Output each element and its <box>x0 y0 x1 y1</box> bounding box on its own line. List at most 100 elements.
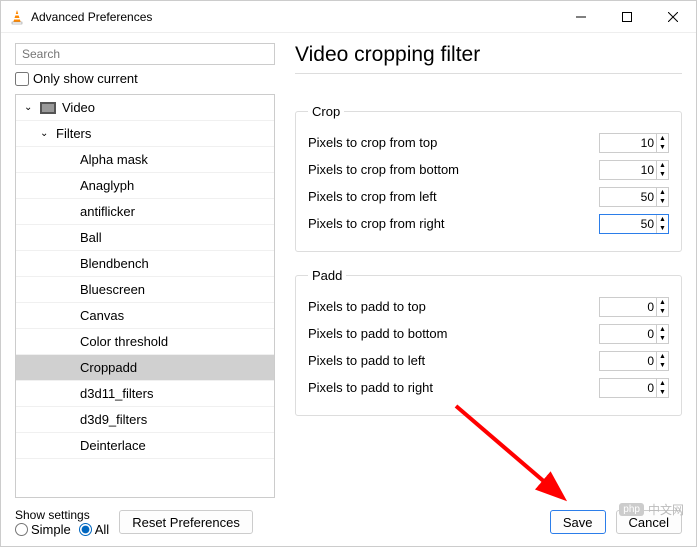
spinbox-down-icon[interactable]: ▼ <box>657 224 668 233</box>
tree-item-label: Color threshold <box>80 334 168 349</box>
footer: Show settings Simple All Reset Preferenc… <box>1 498 696 546</box>
tree-item-d3d11_filters[interactable]: d3d11_filters <box>16 381 274 407</box>
spinbox[interactable]: ▲▼ <box>599 187 669 207</box>
search-input[interactable] <box>15 43 275 65</box>
tree-item-label: antiflicker <box>80 204 135 219</box>
tree-item-antiflicker[interactable]: antiflicker <box>16 199 274 225</box>
only-show-current-checkbox[interactable]: Only show current <box>15 71 275 86</box>
spinbox-input[interactable] <box>600 381 656 395</box>
spinbox-up-icon[interactable]: ▲ <box>657 134 668 143</box>
spinbox-up-icon[interactable]: ▲ <box>657 352 668 361</box>
setting-label: Pixels to padd to right <box>308 380 433 395</box>
radio-all[interactable]: All <box>79 522 109 537</box>
maximize-button[interactable] <box>604 1 650 32</box>
tree-item-label: d3d11_filters <box>80 386 153 401</box>
group-padd: PaddPixels to padd to top▲▼Pixels to pad… <box>295 268 682 416</box>
spinbox-down-icon[interactable]: ▼ <box>657 388 668 397</box>
setting-row: Pixels to crop from right ▲▼ <box>308 210 669 237</box>
spinbox-input[interactable] <box>600 327 656 341</box>
tree-item-blendbench[interactable]: Blendbench <box>16 251 274 277</box>
spinbox[interactable]: ▲▼ <box>599 133 669 153</box>
tree-item-label: Ball <box>80 230 102 245</box>
show-settings-label: Show settings <box>15 508 109 522</box>
spinbox-up-icon[interactable]: ▲ <box>657 298 668 307</box>
preferences-tree[interactable]: ⌄ Video ⌄ Filters Alpha mask Anaglyph antiflic… <box>15 94 275 498</box>
group-legend: Padd <box>308 268 346 283</box>
tree-item-label: d3d9_filters <box>80 412 147 427</box>
setting-label: Pixels to crop from right <box>308 216 445 231</box>
spinbox-input[interactable] <box>600 217 656 231</box>
close-button[interactable] <box>650 1 696 32</box>
tree-item-label: Anaglyph <box>80 178 134 193</box>
spinbox-down-icon[interactable]: ▼ <box>657 361 668 370</box>
spinbox-up-icon[interactable]: ▲ <box>657 379 668 388</box>
tree-item-color-threshold[interactable]: Color threshold <box>16 329 274 355</box>
spinbox[interactable]: ▲▼ <box>599 324 669 344</box>
setting-row: Pixels to padd to bottom ▲▼ <box>308 320 669 347</box>
spinbox[interactable]: ▲▼ <box>599 351 669 371</box>
spinbox-down-icon[interactable]: ▼ <box>657 307 668 316</box>
spinbox-down-icon[interactable]: ▼ <box>657 170 668 179</box>
tree-item-label: Deinterlace <box>80 438 146 453</box>
tree-item-label: Filters <box>56 126 91 141</box>
tree-item-canvas[interactable]: Canvas <box>16 303 274 329</box>
reset-preferences-button[interactable]: Reset Preferences <box>119 510 253 534</box>
window-title: Advanced Preferences <box>31 10 558 24</box>
tree-item-video[interactable]: ⌄ Video <box>16 95 274 121</box>
tree-item-anaglyph[interactable]: Anaglyph <box>16 173 274 199</box>
spinbox-down-icon[interactable]: ▼ <box>657 334 668 343</box>
setting-row: Pixels to padd to left ▲▼ <box>308 347 669 374</box>
spinbox-down-icon[interactable]: ▼ <box>657 143 668 152</box>
spinbox[interactable]: ▲▼ <box>599 214 669 234</box>
spinbox[interactable]: ▲▼ <box>599 297 669 317</box>
sidebar: Only show current ⌄ Video ⌄ Filters Alpha ma… <box>15 43 275 498</box>
spinbox-up-icon[interactable]: ▲ <box>657 215 668 224</box>
only-show-current-input[interactable] <box>15 72 29 86</box>
titlebar: Advanced Preferences <box>1 1 696 33</box>
group-legend: Crop <box>308 104 344 119</box>
spinbox-down-icon[interactable]: ▼ <box>657 197 668 206</box>
setting-row: Pixels to padd to right ▲▼ <box>308 374 669 401</box>
tree-item-croppadd[interactable]: Croppadd <box>16 355 274 381</box>
tree-item-alpha-mask[interactable]: Alpha mask <box>16 147 274 173</box>
tree-item-ball[interactable]: Ball <box>16 225 274 251</box>
page-title: Video cropping filter <box>295 43 682 74</box>
tree-item-filters[interactable]: ⌄ Filters <box>16 121 274 147</box>
tree-item-label: Bluescreen <box>80 282 145 297</box>
setting-label: Pixels to padd to bottom <box>308 326 447 341</box>
setting-row: Pixels to padd to top▲▼ <box>308 293 669 320</box>
spinbox[interactable]: ▲▼ <box>599 378 669 398</box>
spinbox-up-icon[interactable]: ▲ <box>657 188 668 197</box>
setting-label: Pixels to crop from top <box>308 135 437 150</box>
chevron-down-icon: ⌄ <box>40 128 52 139</box>
setting-row: Pixels to crop from left ▲▼ <box>308 183 669 210</box>
chevron-down-icon: ⌄ <box>24 102 36 113</box>
spinbox-input[interactable] <box>600 136 656 150</box>
spinbox-up-icon[interactable]: ▲ <box>657 325 668 334</box>
minimize-button[interactable] <box>558 1 604 32</box>
spinbox-up-icon[interactable]: ▲ <box>657 161 668 170</box>
setting-label: Pixels to crop from left <box>308 189 437 204</box>
tree-item-label: Video <box>62 100 95 115</box>
group-crop: CropPixels to crop from top▲▼Pixels to c… <box>295 104 682 252</box>
spinbox-input[interactable] <box>600 300 656 314</box>
tree-item-label: Croppadd <box>80 360 137 375</box>
tree-item-d3d9_filters[interactable]: d3d9_filters <box>16 407 274 433</box>
save-button[interactable]: Save <box>550 510 606 534</box>
setting-row: Pixels to crop from bottom ▲▼ <box>308 156 669 183</box>
spinbox-input[interactable] <box>600 190 656 204</box>
tree-item-label: Canvas <box>80 308 124 323</box>
window-controls <box>558 1 696 32</box>
spinbox[interactable]: ▲▼ <box>599 160 669 180</box>
tree-item-label: Alpha mask <box>80 152 148 167</box>
radio-simple[interactable]: Simple <box>15 522 71 537</box>
spinbox-input[interactable] <box>600 354 656 368</box>
spinbox-input[interactable] <box>600 163 656 177</box>
video-icon <box>40 102 56 114</box>
tree-item-bluescreen[interactable]: Bluescreen <box>16 277 274 303</box>
setting-label: Pixels to crop from bottom <box>308 162 459 177</box>
tree-item-label: Blendbench <box>80 256 149 271</box>
setting-label: Pixels to padd to left <box>308 353 425 368</box>
cancel-button[interactable]: Cancel <box>616 510 682 534</box>
tree-item-deinterlace[interactable]: Deinterlace <box>16 433 274 459</box>
